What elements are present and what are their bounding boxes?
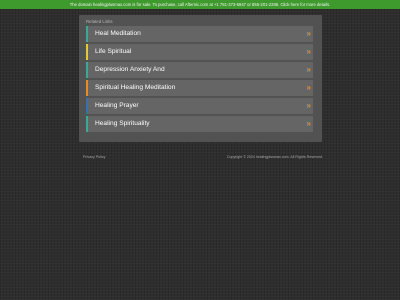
related-link-label[interactable]: Healing Spirituality [95, 116, 150, 132]
related-link-healing-prayer[interactable]: Healing Prayer » [86, 98, 313, 114]
related-links-list: Heal Meditation » Life Spiritual » Depre… [86, 26, 313, 134]
related-link-life-spiritual[interactable]: Life Spiritual » [86, 44, 313, 60]
double-chevron-right-icon[interactable]: » [307, 44, 312, 60]
item-color-stripe [86, 62, 88, 78]
double-chevron-right-icon[interactable]: » [307, 80, 312, 96]
double-chevron-right-icon[interactable]: » [307, 116, 312, 132]
related-link-label[interactable]: Depression Anxiety And [95, 62, 165, 78]
copyright-text: Copyright © 2024 healingplusmax.com. All… [226, 155, 323, 159]
item-color-stripe [86, 44, 88, 60]
related-link-label[interactable]: Heal Meditation [95, 26, 141, 42]
related-link-label[interactable]: Life Spiritual [95, 44, 131, 60]
panel-title: Related Links [86, 19, 113, 24]
related-link-label[interactable]: Healing Prayer [95, 98, 139, 114]
related-link-label[interactable]: Spiritual Healing Meditation [95, 80, 175, 96]
related-link-spiritual-healing-meditation[interactable]: Spiritual Healing Meditation » [86, 80, 313, 96]
related-links-panel: Related Links Heal Meditation » Life Spi… [79, 15, 322, 142]
related-link-heal-meditation[interactable]: Heal Meditation » [86, 26, 313, 42]
item-color-stripe [86, 80, 88, 96]
related-link-healing-spirituality[interactable]: Healing Spirituality » [86, 116, 313, 132]
related-link-depression-anxiety-and[interactable]: Depression Anxiety And » [86, 62, 313, 78]
item-color-stripe [86, 116, 88, 132]
double-chevron-right-icon[interactable]: » [307, 62, 312, 78]
item-color-stripe [86, 26, 88, 42]
item-color-stripe [86, 98, 88, 114]
sale-banner[interactable]: The domain healingplusmax.com is for sal… [0, 0, 400, 9]
double-chevron-right-icon[interactable]: » [307, 26, 312, 42]
privacy-policy-link[interactable]: Privacy Policy [83, 155, 105, 159]
sale-banner-text[interactable]: The domain healingplusmax.com is for sal… [70, 2, 331, 7]
double-chevron-right-icon[interactable]: » [307, 98, 312, 114]
